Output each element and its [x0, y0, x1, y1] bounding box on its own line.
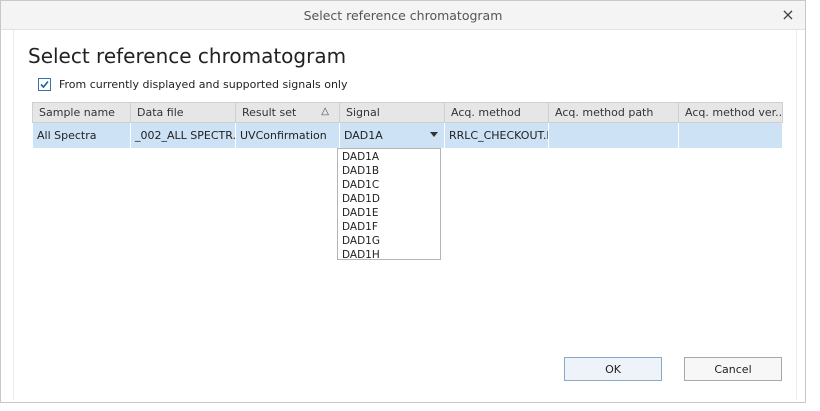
signals-filter-checkbox[interactable] [38, 77, 51, 91]
signal-option[interactable]: DAD1C [338, 178, 440, 192]
table-row[interactable]: All Spectra _002_ALL SPECTR... UVConfirm… [32, 122, 783, 149]
signal-option[interactable]: DAD1A [338, 150, 440, 164]
column-header-acq-method-path[interactable]: Acq. method path [548, 102, 679, 123]
cell-acq-method[interactable]: RRLC_CHECKOUT.M [444, 122, 549, 149]
signals-filter-row[interactable]: From currently displayed and supported s… [38, 76, 348, 92]
column-header-signal[interactable]: Signal [339, 102, 445, 123]
cell-acq-method-path[interactable] [548, 122, 679, 149]
signal-option[interactable]: DAD1B [338, 164, 440, 178]
ok-button[interactable]: OK [564, 357, 662, 381]
column-header-result-set-label: Result set [242, 106, 297, 119]
signal-select[interactable]: DAD1A [339, 122, 445, 149]
signal-option[interactable]: DAD1G [338, 234, 440, 248]
cell-result-set[interactable]: UVConfirmation [235, 122, 340, 149]
cell-acq-method-version[interactable] [678, 122, 783, 149]
signals-filter-label: From currently displayed and supported s… [59, 77, 348, 91]
dialog-window: Select reference chromatogram × Select r… [0, 0, 806, 403]
cell-data-file[interactable]: _002_ALL SPECTR... [130, 122, 236, 149]
column-header-acq-method-version[interactable]: Acq. method ver... [678, 102, 783, 123]
checkmark-icon [40, 80, 49, 88]
column-header-acq-method[interactable]: Acq. method [444, 102, 549, 123]
column-header-result-set[interactable]: Result set △ [235, 102, 340, 123]
signal-select-value: DAD1A [344, 129, 383, 142]
signal-option[interactable]: DAD1E [338, 206, 440, 220]
close-icon[interactable]: × [779, 6, 797, 24]
page-title: Select reference chromatogram [28, 44, 347, 68]
sort-ascending-icon: △ [321, 106, 329, 117]
signal-option[interactable]: DAD1H [338, 248, 440, 262]
column-header-sample-name[interactable]: Sample name [32, 102, 131, 123]
title-bar[interactable]: Select reference chromatogram × [1, 1, 805, 30]
signal-option[interactable]: DAD1F [338, 220, 440, 234]
signal-option[interactable]: DAD1D [338, 192, 440, 206]
column-header-data-file[interactable]: Data file [130, 102, 236, 123]
dialog-body: Select reference chromatogram From curre… [13, 30, 797, 400]
grid-header: Sample name Data file Result set △ Signa… [32, 102, 783, 123]
window-title: Select reference chromatogram [303, 8, 503, 23]
chevron-down-icon[interactable] [430, 132, 438, 137]
cell-sample-name[interactable]: All Spectra [32, 122, 131, 149]
cancel-button[interactable]: Cancel [684, 357, 782, 381]
signal-dropdown-list: DAD1A DAD1B DAD1C DAD1D DAD1E DAD1F DAD1… [337, 148, 441, 262]
chromatogram-grid: Sample name Data file Result set △ Signa… [32, 102, 783, 149]
